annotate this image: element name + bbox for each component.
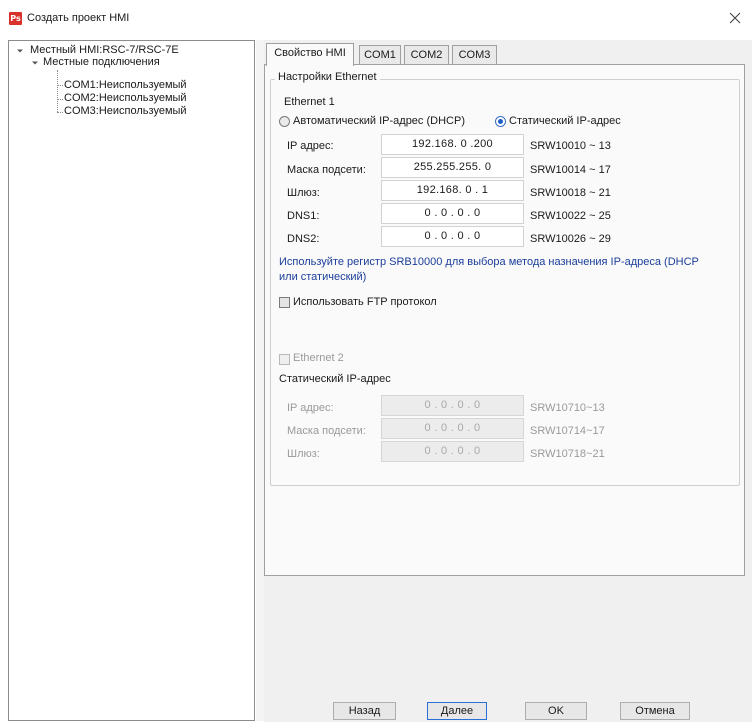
eth2-gateway-label: Шлюз: <box>287 448 320 460</box>
ip-address-register: SRW10010 ~ 13 <box>530 140 611 152</box>
ok-button[interactable]: OK <box>525 702 587 720</box>
tree-connector <box>57 112 63 113</box>
eth2-subnet-mask-label: Маска подсети: <box>287 425 366 437</box>
tab-com3[interactable]: COM3 <box>452 45 497 65</box>
eth2-gateway-field[interactable]: 0 . 0 . 0 . 0 <box>381 441 524 462</box>
gateway-label: Шлюз: <box>287 187 320 199</box>
eth2-ip-address-label: IP адрес: <box>287 402 334 414</box>
tree-connector <box>57 85 63 86</box>
dns2-register: SRW10026 ~ 29 <box>530 233 611 245</box>
dns1-register: SRW10022 ~ 25 <box>530 210 611 222</box>
subnet-mask-field[interactable]: 255.255.255. 0 <box>381 157 524 178</box>
tree-node-local-connections[interactable]: Местные подключения <box>43 56 160 68</box>
ethernet1-label: Ethernet 1 <box>284 96 335 108</box>
title-bar: Ps Создать проект HMI <box>0 0 752 34</box>
eth2-gateway-register: SRW10718~21 <box>530 448 605 460</box>
eth2-subnet-mask-register: SRW10714~17 <box>530 425 605 437</box>
eth2-ip-address-field[interactable]: 0 . 0 . 0 . 0 <box>381 395 524 416</box>
gateway-register: SRW10018 ~ 21 <box>530 187 611 199</box>
ftp-checkbox-label[interactable]: Использовать FTP протокол <box>293 296 437 308</box>
window-title: Создать проект HMI <box>27 12 130 24</box>
dns1-field[interactable]: 0 . 0 . 0 . 0 <box>381 203 524 224</box>
cancel-button[interactable]: Отмена <box>620 702 690 720</box>
srb-register-note: Используйте регистр SRB10000 для выбора … <box>279 256 699 283</box>
close-icon[interactable] <box>726 9 744 27</box>
ip-address-label: IP адрес: <box>287 140 334 152</box>
tree-item-com2[interactable]: COM2:Неиспользуемый <box>64 92 187 104</box>
tree-item-com3[interactable]: COM3:Неиспользуемый <box>64 105 187 117</box>
tab-hmi-properties[interactable]: Свойство HMI <box>266 43 354 66</box>
chevron-down-icon[interactable] <box>16 47 24 55</box>
radio-static-ip-label[interactable]: Статический IP-адрес <box>509 115 621 127</box>
panel-splitter[interactable] <box>256 40 264 721</box>
project-tree[interactable]: Местный HMI:RSC-7/RSC-7E Местные подключ… <box>8 40 255 721</box>
tree-root-hmi[interactable]: Местный HMI:RSC-7/RSC-7E <box>30 44 179 56</box>
chevron-down-icon[interactable] <box>31 59 39 67</box>
ethernet2-static-label: Статический IP-адрес <box>279 373 391 385</box>
group-title-ethernet: Настройки Ethernet <box>275 71 380 83</box>
back-button[interactable]: Назад <box>333 702 396 720</box>
tab-com1[interactable]: COM1 <box>359 45 401 65</box>
gateway-field[interactable]: 192.168. 0 . 1 <box>381 180 524 201</box>
ip-address-field[interactable]: 192.168. 0 .200 <box>381 134 524 155</box>
eth2-ip-address-register: SRW10710~13 <box>530 402 605 414</box>
tree-item-com1[interactable]: COM1:Неиспользуемый <box>64 79 187 91</box>
radio-dhcp-label[interactable]: Автоматический IP-адрес (DHCP) <box>293 115 465 127</box>
ftp-checkbox[interactable] <box>279 297 290 308</box>
subnet-mask-label: Маска подсети: <box>287 164 366 176</box>
ethernet2-checkbox[interactable] <box>279 354 290 365</box>
next-button[interactable]: Далее <box>427 702 487 720</box>
tree-connector <box>57 99 63 100</box>
radio-static-ip[interactable] <box>495 116 506 127</box>
dns2-field[interactable]: 0 . 0 . 0 . 0 <box>381 226 524 247</box>
ethernet2-label[interactable]: Ethernet 2 <box>293 352 344 364</box>
eth2-subnet-mask-field[interactable]: 0 . 0 . 0 . 0 <box>381 418 524 439</box>
tree-connector <box>57 70 58 112</box>
subnet-mask-register: SRW10014 ~ 17 <box>530 164 611 176</box>
tab-com2[interactable]: COM2 <box>404 45 449 65</box>
dns2-label: DNS2: <box>287 233 320 245</box>
radio-dhcp[interactable] <box>279 116 290 127</box>
dns1-label: DNS1: <box>287 210 320 222</box>
app-logo-icon: Ps <box>9 12 22 25</box>
